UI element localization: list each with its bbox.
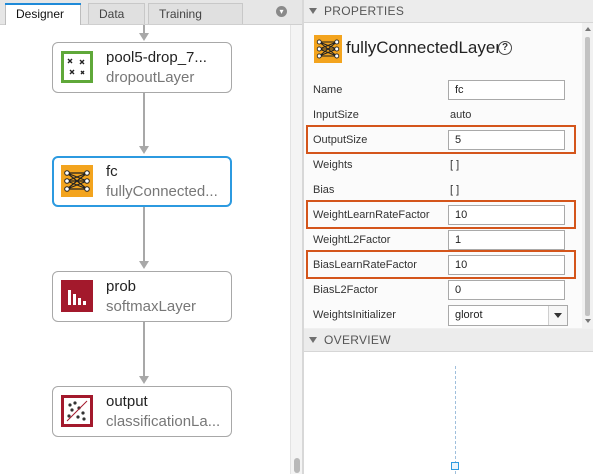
fully-connected-icon xyxy=(61,165,93,197)
tab-data[interactable]: Data xyxy=(88,3,145,24)
properties-scrollbar[interactable] xyxy=(582,23,593,328)
properties-scrollbar-thumb[interactable] xyxy=(585,37,590,316)
layer-node-name: prob xyxy=(106,278,137,295)
property-label: WeightL2Factor xyxy=(313,234,391,246)
scroll-down-icon[interactable] xyxy=(585,319,591,323)
property-label: Bias xyxy=(313,184,335,196)
connection-edge xyxy=(143,207,145,262)
minimap-viewport[interactable] xyxy=(451,462,459,470)
chevron-down-icon[interactable] xyxy=(548,306,567,325)
properties-header[interactable]: PROPERTIES xyxy=(304,0,593,23)
right-panel: PROPERTIES fullyConnectedLayer ? Name In… xyxy=(304,0,593,474)
layer-node-output[interactable]: output classificationLa... xyxy=(52,386,232,437)
property-row-weights: Weights [ ] xyxy=(304,153,582,178)
connection-edge xyxy=(143,322,145,377)
fully-connected-icon xyxy=(314,35,342,63)
dropdown-selected-value: glorot xyxy=(455,309,483,321)
properties-panel: fullyConnectedLayer ? Name InputSize aut… xyxy=(304,23,582,328)
bias-learn-rate-factor-field[interactable] xyxy=(448,255,565,275)
property-label: Weights xyxy=(313,159,353,171)
layer-node-fc[interactable]: fc fullyConnected... xyxy=(52,156,232,207)
output-size-field[interactable] xyxy=(448,130,565,150)
weight-learn-rate-factor-field[interactable] xyxy=(448,205,565,225)
overview-header[interactable]: OVERVIEW xyxy=(304,329,593,352)
layer-node-prob[interactable]: prob softmaxLayer xyxy=(52,271,232,322)
dropout-icon xyxy=(61,51,93,83)
overview-header-label: OVERVIEW xyxy=(324,333,391,347)
canvas-scrollbar-thumb[interactable] xyxy=(294,458,300,473)
property-row-weightsinitializer: WeightsInitializer glorot xyxy=(304,303,582,328)
property-label: WeightLearnRateFactor xyxy=(313,209,430,221)
property-label: Name xyxy=(313,84,343,96)
edge-arrow xyxy=(139,261,149,269)
classification-icon xyxy=(61,395,93,427)
help-icon[interactable]: ? xyxy=(498,41,512,55)
properties-header-label: PROPERTIES xyxy=(324,4,405,18)
tab-menu-icon[interactable]: ▾ xyxy=(276,6,287,17)
property-row-bias: Bias [ ] xyxy=(304,178,582,203)
property-label: BiasL2Factor xyxy=(313,284,378,296)
layer-node-name: pool5-drop_7... xyxy=(106,49,207,66)
layer-node-type: fullyConnected... xyxy=(106,183,218,200)
property-row-weightlearnratefactor: WeightLearnRateFactor xyxy=(304,203,582,228)
edge-arrow xyxy=(139,376,149,384)
property-row-inputsize: InputSize auto xyxy=(304,103,582,128)
weights-initializer-dropdown[interactable]: glorot xyxy=(448,305,568,326)
tab-designer[interactable]: Designer xyxy=(5,3,81,25)
layer-node-type: classificationLa... xyxy=(106,413,221,430)
property-row-name: Name xyxy=(304,78,582,103)
designer-tab-strip: Designer Data Training ▾ xyxy=(0,0,302,25)
layer-node-dropout[interactable]: pool5-drop_7... dropoutLayer xyxy=(52,42,232,93)
collapse-triangle-icon xyxy=(309,8,317,14)
property-label: BiasLearnRateFactor xyxy=(313,259,417,271)
property-row-biaslearnratefactor: BiasLearnRateFactor xyxy=(304,253,582,278)
overview-panel[interactable] xyxy=(304,352,593,474)
property-label: OutputSize xyxy=(313,134,368,146)
layer-node-name: fc xyxy=(106,163,118,180)
layer-node-type: dropoutLayer xyxy=(106,69,195,86)
edge-arrow xyxy=(139,146,149,154)
tab-training[interactable]: Training xyxy=(148,3,243,24)
bias-value: [ ] xyxy=(450,184,460,196)
property-label: WeightsInitializer xyxy=(313,309,396,321)
edge-arrow xyxy=(139,33,149,41)
layer-type-title: fullyConnectedLayer xyxy=(346,38,501,57)
weight-l2-factor-field[interactable] xyxy=(448,230,565,250)
property-row-biasl2factor: BiasL2Factor xyxy=(304,278,582,303)
network-minimap xyxy=(455,366,456,474)
weights-value: [ ] xyxy=(450,159,460,171)
property-label: InputSize xyxy=(313,109,359,121)
input-size-value: auto xyxy=(450,109,472,121)
collapse-triangle-icon xyxy=(309,337,317,343)
bias-l2-factor-field[interactable] xyxy=(448,280,565,300)
scroll-up-icon[interactable] xyxy=(585,27,591,31)
name-field[interactable] xyxy=(448,80,565,100)
property-row-outputsize: OutputSize xyxy=(304,128,582,153)
layer-node-name: output xyxy=(106,393,148,410)
layer-node-type: softmaxLayer xyxy=(106,298,197,315)
connection-edge xyxy=(143,93,145,147)
softmax-icon xyxy=(61,280,93,312)
network-canvas[interactable]: pool5-drop_7... dropoutLayer fc fullyCon… xyxy=(0,25,290,474)
property-row-weightl2factor: WeightL2Factor xyxy=(304,228,582,253)
